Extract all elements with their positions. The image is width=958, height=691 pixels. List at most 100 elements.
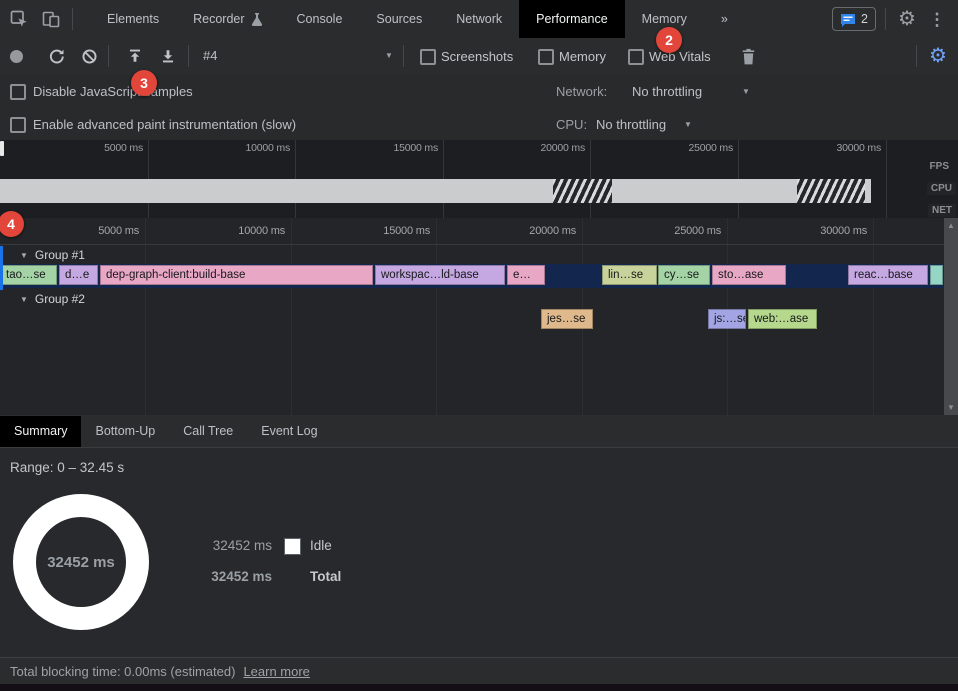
range-text: Range: 0 – 32.45 s (10, 460, 124, 475)
issues-counter-button[interactable]: 2 (832, 7, 876, 31)
tab-elements[interactable]: Elements (90, 0, 176, 38)
tab-label: Elements (107, 0, 159, 38)
device-toolbar-icon (41, 9, 61, 29)
group-1-bars: tao…sed…edep-graph-client:build-basework… (0, 265, 944, 287)
tab-network[interactable]: Network (439, 0, 519, 38)
screenshots-checkbox[interactable] (420, 49, 436, 65)
overview-left-handle[interactable] (0, 141, 4, 156)
advanced-paint-checkbox[interactable] (10, 117, 26, 133)
timeline-bar[interactable]: lin…se (602, 265, 657, 285)
flame-chart-pane[interactable]: 5000 ms10000 ms15000 ms20000 ms25000 ms3… (0, 218, 958, 415)
ruler-tick-label: 25000 ms (627, 225, 721, 239)
tab-label: Recorder (193, 0, 244, 38)
ruler-tick-label: 30000 ms (773, 225, 867, 239)
tab-label: Call Tree (183, 424, 233, 438)
tab-bottom-up[interactable]: Bottom-Up (81, 416, 169, 447)
network-throttle-value[interactable]: No throttling (632, 84, 702, 99)
legend-idle-value: 32452 ms (180, 538, 272, 553)
timeline-scrollbar[interactable]: ▲ ▼ (944, 218, 958, 415)
cpu-throttle-arrow[interactable]: ▼ (684, 120, 692, 129)
ruler-border (0, 244, 944, 245)
footer-bar: Total blocking time: 0.00ms (estimated) … (0, 657, 958, 684)
tab-label: Summary (14, 424, 67, 438)
timeline-bar[interactable]: tao…se (0, 265, 57, 285)
disable-js-samples-checkbox[interactable] (10, 84, 26, 100)
tab-event-log[interactable]: Event Log (247, 416, 331, 447)
tab-recorder[interactable]: Recorder (176, 0, 279, 38)
timeline-bar[interactable]: sto…ase (712, 265, 786, 285)
history-select-value[interactable]: #4 (203, 48, 217, 63)
timeline-bar[interactable]: jes…se (541, 309, 593, 329)
load-profile-button[interactable] (123, 44, 147, 68)
disable-js-samples-label[interactable]: Disable JavaScript samples (33, 84, 193, 99)
toolbar-divider (403, 45, 404, 67)
block-icon (81, 48, 98, 65)
ruler-tick-label: 15000 ms (346, 142, 438, 155)
record-button[interactable] (4, 44, 28, 68)
tab-performance[interactable]: Performance (519, 0, 625, 38)
tab-console[interactable]: Console (280, 0, 360, 38)
scroll-down-icon[interactable]: ▼ (944, 403, 958, 412)
flame-chart-content: 5000 ms10000 ms15000 ms20000 ms25000 ms3… (0, 218, 944, 415)
tab-call-tree[interactable]: Call Tree (169, 416, 247, 447)
selection-bracket (0, 246, 3, 290)
memory-label[interactable]: Memory (559, 49, 606, 64)
ruler-tick-label: 15000 ms (336, 225, 430, 239)
tab-label: Network (456, 0, 502, 38)
timeline-bar[interactable]: reac…base (848, 265, 928, 285)
clear-button[interactable] (77, 44, 101, 68)
capture-settings-button[interactable]: ⚙ (926, 44, 950, 68)
timeline-bar[interactable]: d…e (59, 265, 98, 285)
devtools-settings-button[interactable]: ⚙ (896, 8, 918, 30)
inspect-element-button[interactable] (8, 8, 30, 30)
ruler-tick-label: 10000 ms (198, 142, 290, 155)
advanced-paint-label[interactable]: Enable advanced paint instrumentation (s… (33, 117, 296, 132)
timeline-bar[interactable]: js:…se (708, 309, 746, 329)
timeline-bar[interactable]: dep-graph-client:build-base (100, 265, 373, 285)
ruler-tick-label: 30000 ms (789, 142, 881, 155)
gear-icon: ⚙ (898, 9, 916, 29)
timeline-bar[interactable]: web:…ase (748, 309, 817, 329)
window-bottom-edge (0, 684, 958, 691)
timeline-bar[interactable]: cy…se (658, 265, 710, 285)
timeline-bar[interactable] (930, 265, 943, 285)
gridline (886, 140, 887, 218)
toolbar-divider (188, 45, 189, 67)
issues-count: 2 (861, 12, 868, 26)
trash-icon (741, 48, 756, 65)
inspect-cursor-icon (9, 9, 29, 29)
more-tabs-button[interactable]: » (704, 0, 745, 38)
cpu-hatch-region (553, 179, 612, 203)
expander-triangle-icon: ▼ (20, 295, 28, 304)
panel-tabs: Elements Recorder Console Sources Networ… (90, 0, 745, 38)
summary-pane: Range: 0 – 32.45 s 32452 ms 32452 ms Idl… (0, 448, 958, 657)
cpu-throttle-label: CPU: (556, 117, 587, 132)
cpu-throttle-value[interactable]: No throttling (596, 117, 666, 132)
tab-summary[interactable]: Summary (0, 416, 81, 447)
timeline-bar[interactable]: workspac…ld-base (375, 265, 505, 285)
group-2-header[interactable]: ▼ Group #2 (0, 290, 944, 308)
tab-sources[interactable]: Sources (359, 0, 439, 38)
timeline-overview[interactable]: 5000 ms10000 ms15000 ms20000 ms25000 ms3… (0, 140, 958, 219)
save-profile-button[interactable] (156, 44, 180, 68)
memory-checkbox[interactable] (538, 49, 554, 65)
learn-more-link[interactable]: Learn more (243, 664, 309, 679)
upload-icon (127, 48, 143, 64)
web-vitals-checkbox[interactable] (628, 49, 644, 65)
history-select-arrow[interactable]: ▼ (385, 51, 393, 60)
reload-and-record-button[interactable] (44, 44, 68, 68)
group-1-header[interactable]: ▼ Group #1 (0, 246, 944, 264)
delete-recording-button[interactable] (736, 44, 760, 68)
ruler-tick-label: 20000 ms (482, 225, 576, 239)
device-toolbar-button[interactable] (40, 8, 62, 30)
net-lane-label: NET (928, 204, 956, 217)
ruler-tick-label: 10000 ms (191, 225, 285, 239)
scroll-up-icon[interactable]: ▲ (944, 221, 958, 230)
cpu-lane-label: CPU (927, 182, 956, 195)
network-throttle-arrow[interactable]: ▼ (742, 87, 750, 96)
legend-total-label: Total (310, 569, 341, 584)
timeline-bar[interactable]: e… (507, 265, 545, 285)
web-vitals-label[interactable]: Web Vitals (649, 49, 711, 64)
screenshots-label[interactable]: Screenshots (441, 49, 513, 64)
devtools-menu-button[interactable]: ⋮ (926, 8, 948, 30)
